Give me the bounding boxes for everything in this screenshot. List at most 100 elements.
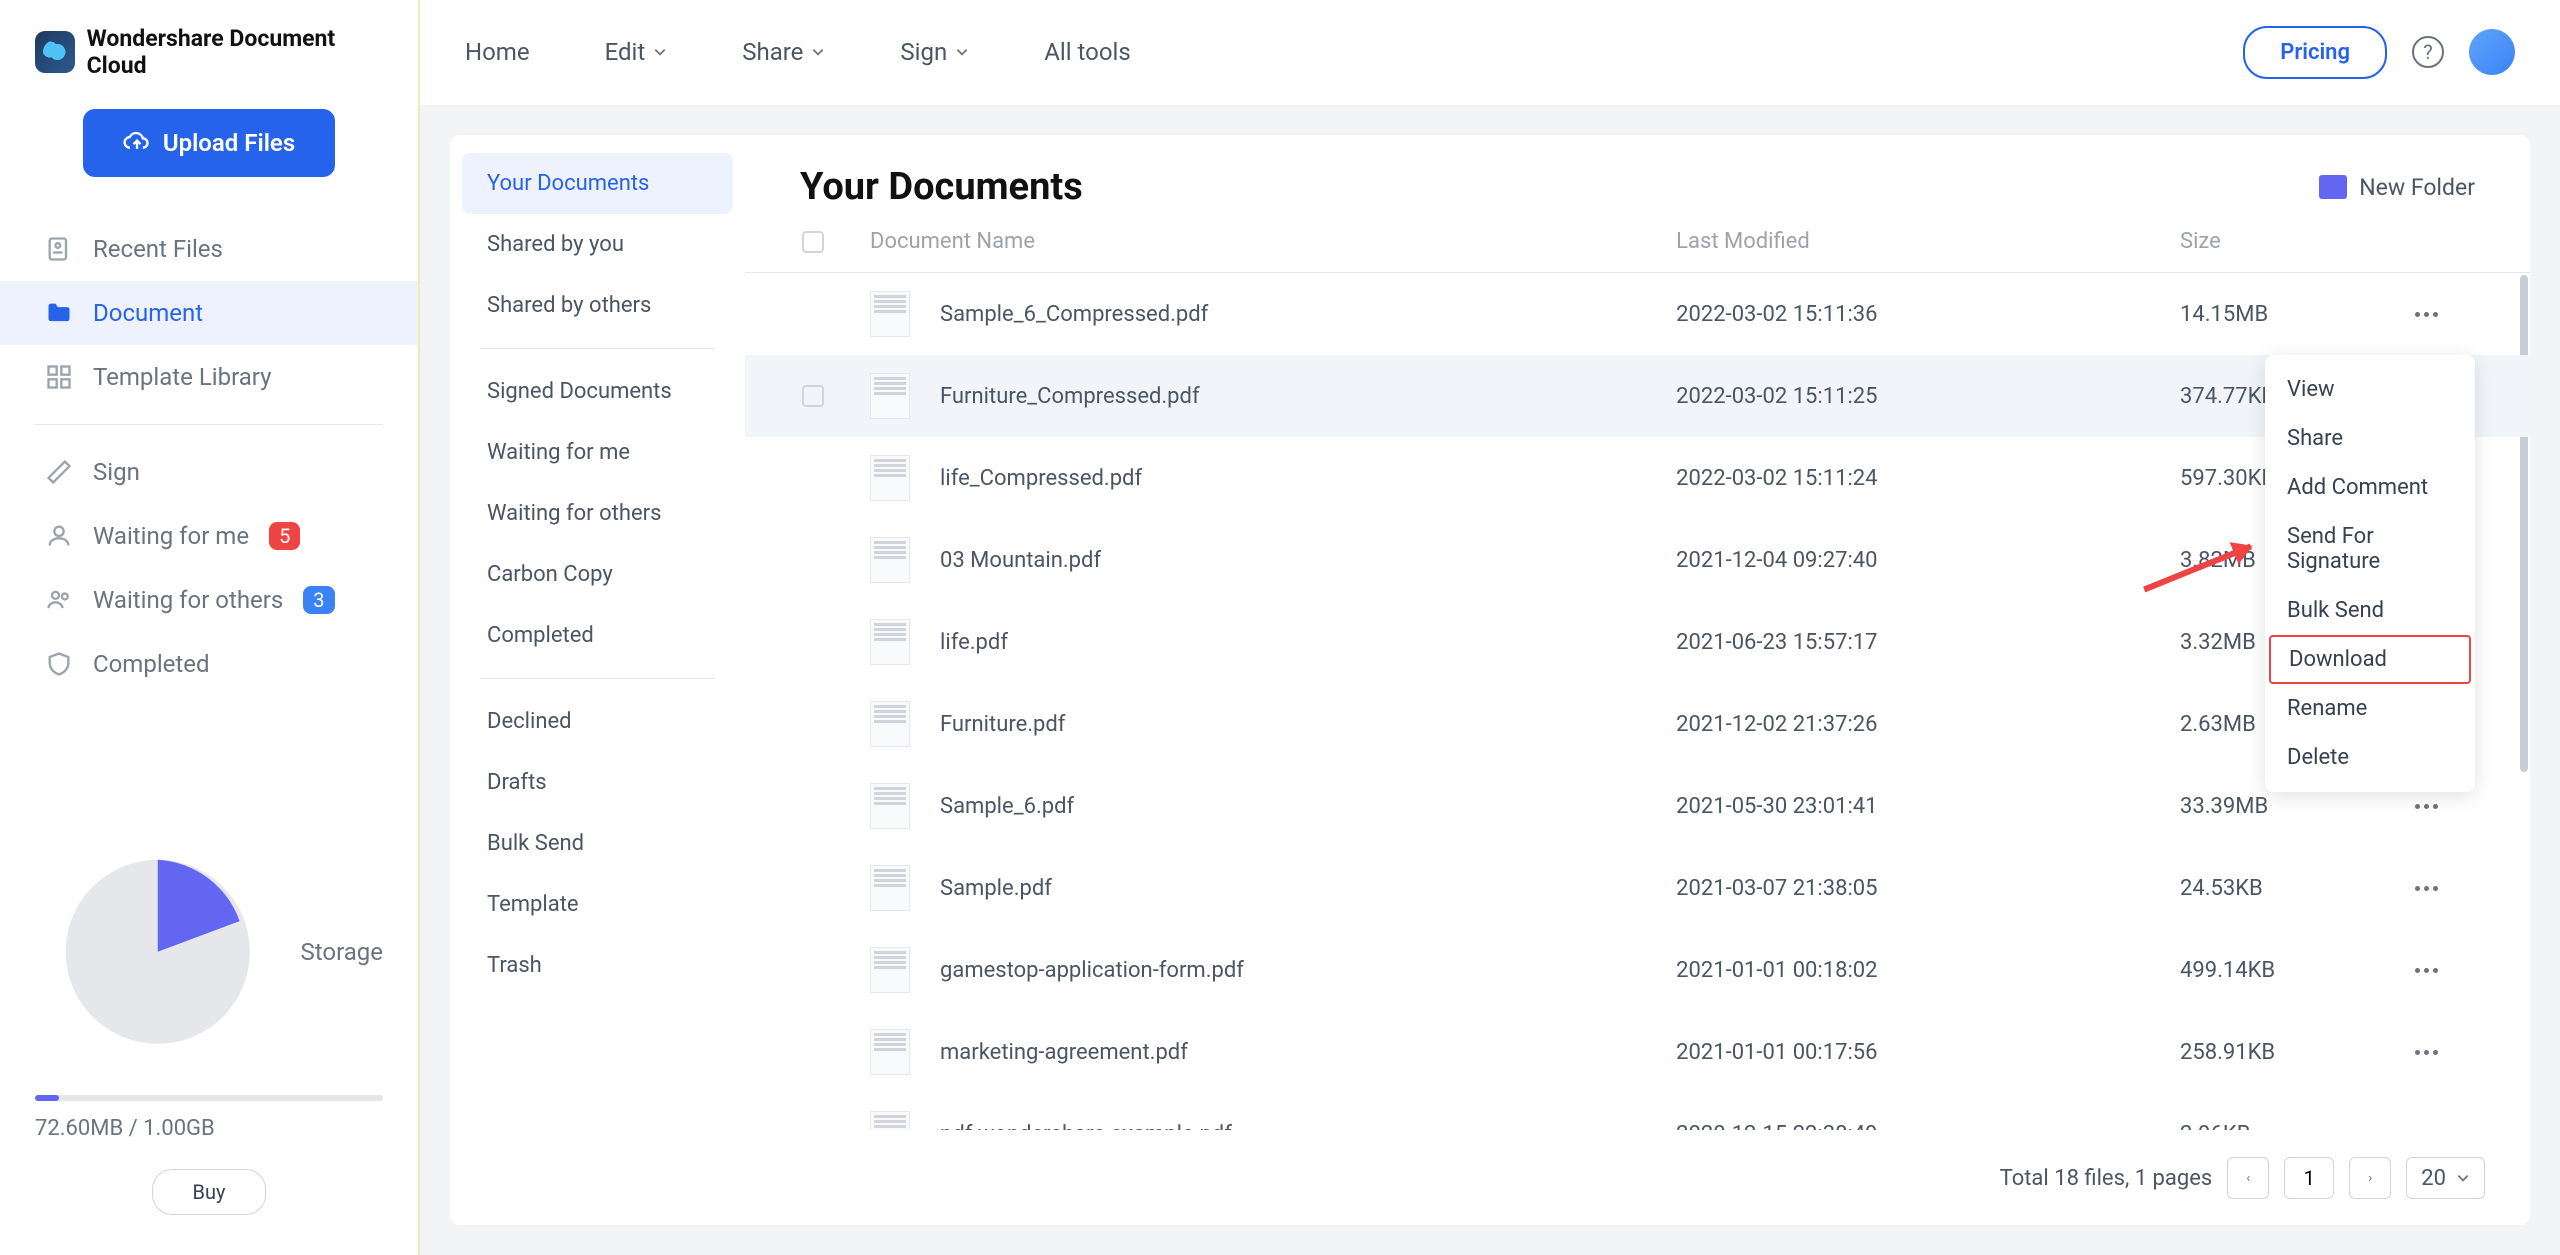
file-modified: 2021-06-23 15:57:17 xyxy=(1676,630,2180,655)
table-row[interactable]: marketing-agreement.pdf 2021-01-01 00:17… xyxy=(745,1011,2530,1093)
divider xyxy=(480,678,715,679)
sub-declined[interactable]: Declined xyxy=(462,691,733,752)
sub-drafts[interactable]: Drafts xyxy=(462,752,733,813)
nav-document[interactable]: Document xyxy=(0,281,418,345)
file-thumbnail xyxy=(870,701,910,747)
upload-files-button[interactable]: Upload Files xyxy=(83,109,335,177)
storage-usage-text: 72.60MB / 1.00GB xyxy=(35,1116,383,1141)
table-row[interactable]: 03 Mountain.pdf 2021-12-04 09:27:40 3.82… xyxy=(745,519,2530,601)
topnav-edit[interactable]: Edit xyxy=(605,38,668,66)
sub-template[interactable]: Template xyxy=(462,874,733,935)
table-body: View Share Add Comment Send For Signatur… xyxy=(745,273,2530,1130)
context-menu: View Share Add Comment Send For Signatur… xyxy=(2265,355,2475,792)
menu-share[interactable]: Share xyxy=(2265,414,2475,463)
buy-button[interactable]: Buy xyxy=(152,1169,267,1215)
topnav-sign[interactable]: Sign xyxy=(900,38,969,66)
more-actions-icon[interactable] xyxy=(2410,312,2442,317)
file-modified: 2022-03-02 15:11:25 xyxy=(1676,384,2180,409)
new-folder-label: New Folder xyxy=(2359,174,2475,201)
nav-label: Waiting for me xyxy=(93,522,249,550)
topnav-all-tools[interactable]: All tools xyxy=(1044,38,1131,66)
more-actions-icon[interactable] xyxy=(2410,968,2442,973)
table-row[interactable]: pdf wondershare example.pdf 2020-12-15 2… xyxy=(745,1093,2530,1130)
page-size-select[interactable]: 20 xyxy=(2406,1157,2485,1199)
sub-bulk-send[interactable]: Bulk Send xyxy=(462,813,733,874)
nav-label: Completed xyxy=(93,650,210,678)
table-row[interactable]: Furniture_Compressed.pdf 2022-03-02 15:1… xyxy=(745,355,2530,437)
page-input[interactable] xyxy=(2284,1157,2334,1199)
users-icon xyxy=(45,586,73,614)
pricing-button[interactable]: Pricing xyxy=(2243,26,2387,79)
file-modified: 2021-03-07 21:38:05 xyxy=(1676,876,2180,901)
row-checkbox[interactable] xyxy=(802,385,824,407)
menu-add-comment[interactable]: Add Comment xyxy=(2265,463,2475,512)
topnav-home[interactable]: Home xyxy=(465,38,530,66)
menu-view[interactable]: View xyxy=(2265,365,2475,414)
menu-delete[interactable]: Delete xyxy=(2265,733,2475,782)
table-row[interactable]: Sample_6_Compressed.pdf 2022-03-02 15:11… xyxy=(745,273,2530,355)
brand-icon xyxy=(35,31,75,73)
file-name: Sample_6_Compressed.pdf xyxy=(940,302,1208,327)
user-avatar[interactable] xyxy=(2469,29,2515,75)
pen-icon xyxy=(45,458,73,486)
sub-trash[interactable]: Trash xyxy=(462,935,733,996)
menu-bulk-send[interactable]: Bulk Send xyxy=(2265,586,2475,635)
sub-signed-documents[interactable]: Signed Documents xyxy=(462,361,733,422)
col-document-name[interactable]: Document Name xyxy=(850,229,1676,254)
topnav-share[interactable]: Share xyxy=(742,38,825,66)
page-prev-button[interactable]: ‹ xyxy=(2227,1157,2269,1199)
file-name: marketing-agreement.pdf xyxy=(940,1040,1188,1065)
menu-send-for-signature[interactable]: Send For Signature xyxy=(2265,512,2475,586)
col-size[interactable]: Size xyxy=(2180,229,2410,254)
file-thumbnail xyxy=(870,537,910,583)
table-row[interactable]: life.pdf 2021-06-23 15:57:17 3.32MB xyxy=(745,601,2530,683)
divider xyxy=(480,348,715,349)
chevron-down-icon xyxy=(2456,1171,2470,1185)
file-modified: 2022-03-02 15:11:24 xyxy=(1676,466,2180,491)
table-row[interactable]: life_Compressed.pdf 2022-03-02 15:11:24 … xyxy=(745,437,2530,519)
file-size: 33.39MB xyxy=(2180,794,2410,819)
nav-waiting-for-others[interactable]: Waiting for others 3 xyxy=(0,568,418,632)
menu-download[interactable]: Download xyxy=(2269,635,2471,684)
select-all-checkbox[interactable] xyxy=(802,231,824,253)
folder-icon xyxy=(45,299,73,327)
new-folder-button[interactable]: New Folder xyxy=(2319,174,2475,201)
topbar: Home Edit Share Sign All tools Pricing ? xyxy=(420,0,2560,105)
table-row[interactable]: gamestop-application-form.pdf 2021-01-01… xyxy=(745,929,2530,1011)
help-icon[interactable]: ? xyxy=(2412,36,2444,68)
sub-carbon-copy[interactable]: Carbon Copy xyxy=(462,544,733,605)
more-actions-icon[interactable] xyxy=(2410,804,2442,809)
table-row[interactable]: Furniture.pdf 2021-12-02 21:37:26 2.63MB xyxy=(745,683,2530,765)
table-row[interactable]: Sample_6.pdf 2021-05-30 23:01:41 33.39MB xyxy=(745,765,2530,847)
more-actions-icon[interactable] xyxy=(2410,1050,2442,1055)
sub-completed[interactable]: Completed xyxy=(462,605,733,666)
nav-recent-files[interactable]: Recent Files xyxy=(0,217,418,281)
nav-waiting-for-me[interactable]: Waiting for me 5 xyxy=(0,504,418,568)
page-next-button[interactable]: › xyxy=(2349,1157,2391,1199)
col-last-modified[interactable]: Last Modified xyxy=(1676,229,2180,254)
nav-label: Document xyxy=(93,299,203,327)
pagination-summary: Total 18 files, 1 pages xyxy=(2000,1166,2213,1191)
menu-rename[interactable]: Rename xyxy=(2265,684,2475,733)
nav-label: Recent Files xyxy=(93,235,223,263)
file-modified: 2021-05-30 23:01:41 xyxy=(1676,794,2180,819)
nav-sign[interactable]: Sign xyxy=(0,440,418,504)
file-modified: 2020-12-15 22:38:49 xyxy=(1676,1122,2180,1131)
more-actions-icon[interactable] xyxy=(2410,886,2442,891)
nav-completed[interactable]: Completed xyxy=(0,632,418,696)
nav-label: Sign xyxy=(93,458,140,486)
user-icon xyxy=(45,522,73,550)
file-size: 14.15MB xyxy=(2180,302,2410,327)
sub-waiting-for-others[interactable]: Waiting for others xyxy=(462,483,733,544)
sub-shared-by-you[interactable]: Shared by you xyxy=(462,214,733,275)
divider xyxy=(35,424,383,425)
file-name: life.pdf xyxy=(940,630,1008,655)
waiting-others-badge: 3 xyxy=(303,586,334,614)
file-name: Furniture_Compressed.pdf xyxy=(940,384,1200,409)
sub-shared-by-others[interactable]: Shared by others xyxy=(462,275,733,336)
nav-template-library[interactable]: Template Library xyxy=(0,345,418,409)
sub-your-documents[interactable]: Your Documents xyxy=(462,153,733,214)
table-row[interactable]: Sample.pdf 2021-03-07 21:38:05 24.53KB xyxy=(745,847,2530,929)
storage-section: Storage 72.60MB / 1.00GB Buy xyxy=(0,809,418,1255)
sub-waiting-for-me[interactable]: Waiting for me xyxy=(462,422,733,483)
